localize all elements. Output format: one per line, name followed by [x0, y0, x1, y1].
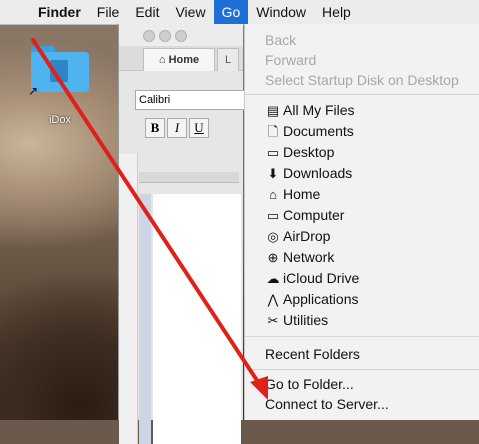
annotation-arrow	[31, 38, 268, 400]
